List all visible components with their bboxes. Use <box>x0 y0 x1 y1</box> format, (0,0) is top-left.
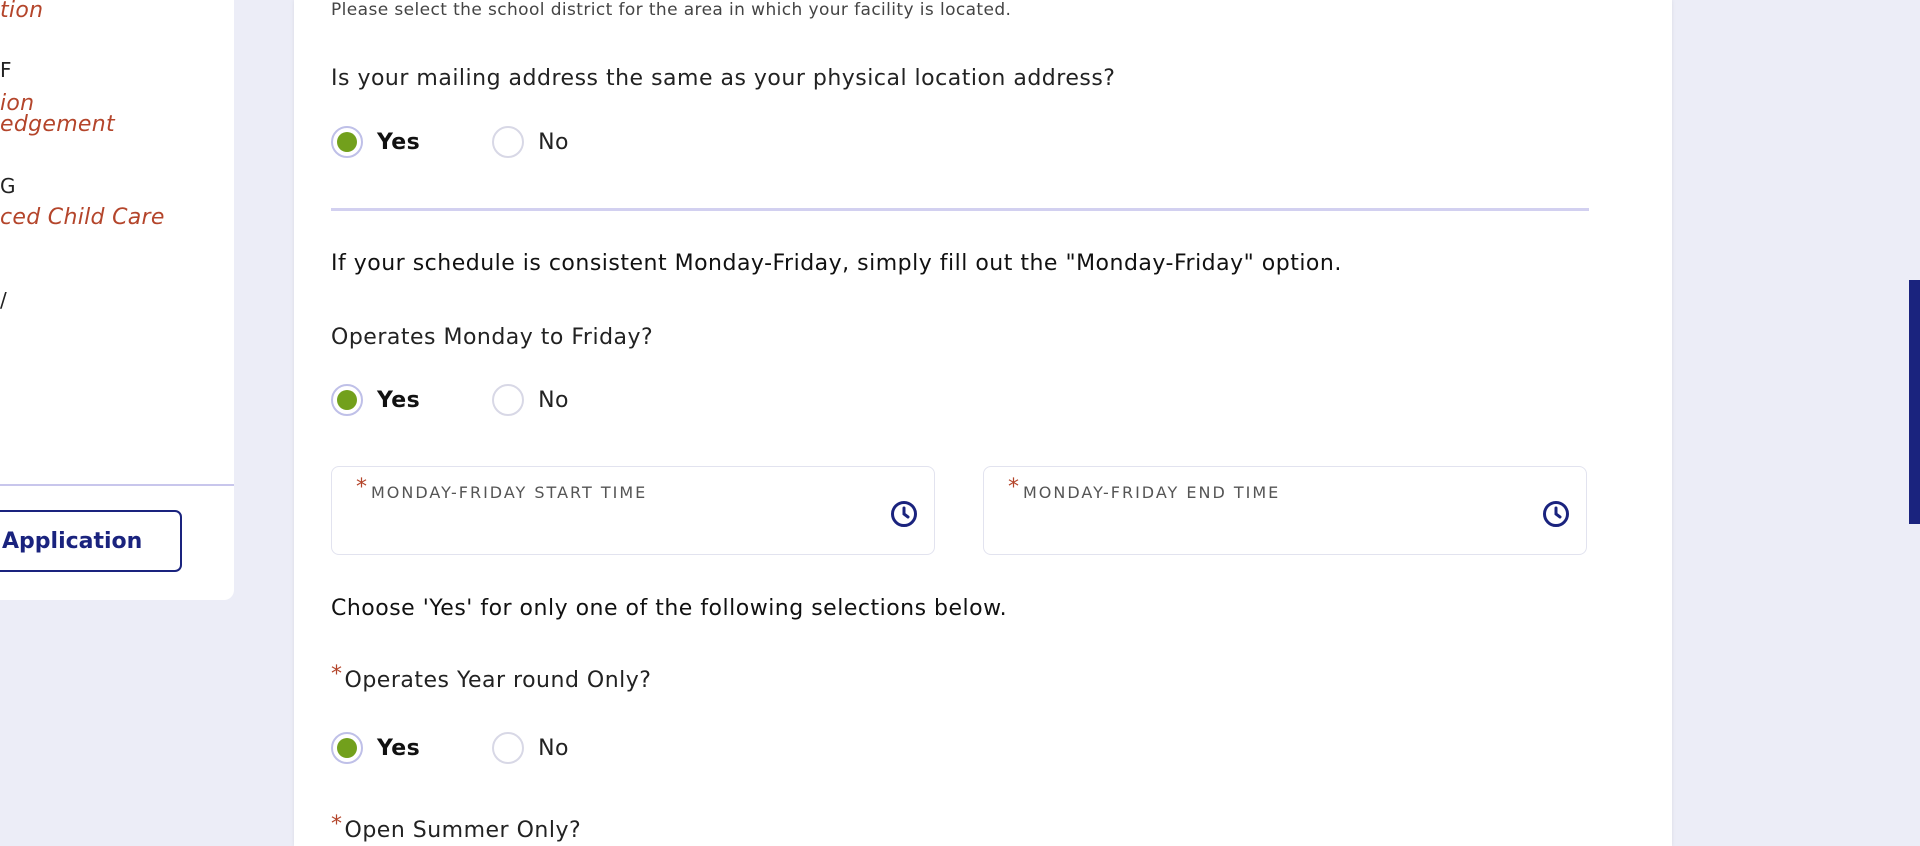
sidebar-item-link[interactable]: tion <box>0 0 43 23</box>
sidebar-nav: tion F ion edgement G ced Child Care / A… <box>0 0 234 600</box>
year-round-radio-group: Yes No <box>331 730 569 766</box>
form-card: Please select the school district for th… <box>294 0 1672 846</box>
mailing-no-radio[interactable] <box>492 126 525 158</box>
mailing-no-label[interactable]: No <box>538 130 569 155</box>
year-round-question: *Operates Year round Only? <box>331 662 652 693</box>
clock-icon[interactable] <box>890 500 918 528</box>
required-marker: * <box>331 662 343 687</box>
mon-fri-radio-group: Yes No <box>331 382 569 418</box>
application-button[interactable]: Application <box>0 510 182 572</box>
choose-one-note: Choose 'Yes' for only one of the followi… <box>331 596 1008 621</box>
year-round-no-label[interactable]: No <box>538 736 569 761</box>
start-time-label-text: MONDAY-FRIDAY START TIME <box>371 483 648 502</box>
summer-only-question: *Open Summer Only? <box>331 812 582 843</box>
year-round-yes-label[interactable]: Yes <box>377 736 420 761</box>
required-marker: * <box>356 475 367 500</box>
year-round-yes-radio[interactable] <box>331 732 363 764</box>
schedule-note: If your schedule is consistent Monday-Fr… <box>331 251 1342 276</box>
summer-only-question-text: Open Summer Only? <box>344 818 582 843</box>
start-time-label: * MONDAY-FRIDAY START TIME <box>356 475 648 504</box>
mailing-address-radio-group: Yes No <box>331 124 569 160</box>
mon-fri-no-label[interactable]: No <box>538 388 569 413</box>
mon-fri-end-time-field[interactable]: * MONDAY-FRIDAY END TIME <box>983 466 1587 555</box>
mailing-address-question: Is your mailing address the same as your… <box>331 66 1116 91</box>
year-round-no-radio[interactable] <box>492 732 525 764</box>
school-district-hint: Please select the school district for th… <box>331 0 1012 20</box>
sidebar-section-letter: G <box>0 174 16 198</box>
sidebar-section-letter: F <box>0 58 12 82</box>
radio-selected-dot <box>337 390 357 410</box>
section-divider <box>331 208 1589 211</box>
mon-fri-no-radio[interactable] <box>492 384 525 416</box>
clock-icon[interactable] <box>1542 500 1570 528</box>
end-time-label-text: MONDAY-FRIDAY END TIME <box>1023 483 1281 502</box>
mailing-yes-label[interactable]: Yes <box>377 130 420 155</box>
required-marker: * <box>1008 475 1019 500</box>
sidebar-divider <box>0 484 234 486</box>
end-time-label: * MONDAY-FRIDAY END TIME <box>1008 475 1281 504</box>
mon-fri-yes-label[interactable]: Yes <box>377 388 420 413</box>
radio-selected-dot <box>337 132 357 152</box>
sidebar-item-link[interactable]: edgement <box>0 112 115 137</box>
mon-fri-start-time-field[interactable]: * MONDAY-FRIDAY START TIME <box>331 466 935 555</box>
scrollbar-thumb[interactable] <box>1909 280 1920 524</box>
sidebar-item-link[interactable]: ced Child Care <box>0 205 165 230</box>
mailing-yes-radio[interactable] <box>331 126 363 158</box>
radio-selected-dot <box>337 738 357 758</box>
year-round-question-text: Operates Year round Only? <box>344 668 652 693</box>
mon-fri-question: Operates Monday to Friday? <box>331 325 654 350</box>
mon-fri-yes-radio[interactable] <box>331 384 363 416</box>
sidebar-section-letter: / <box>0 288 7 312</box>
required-marker: * <box>331 812 343 837</box>
